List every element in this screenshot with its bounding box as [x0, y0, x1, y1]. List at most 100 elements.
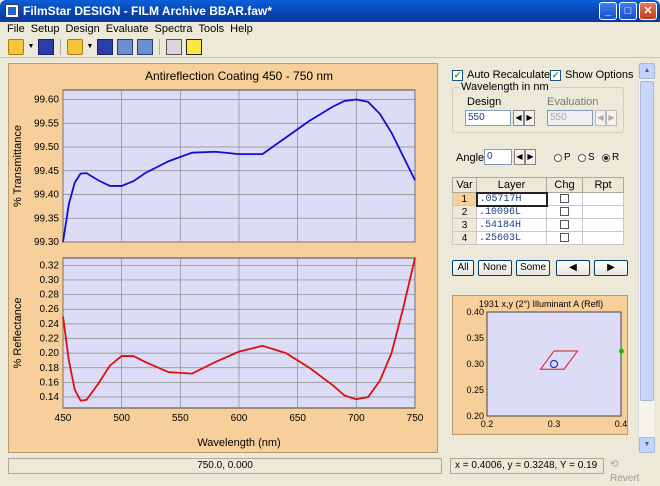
y-tick-label: 0.26	[40, 304, 60, 315]
polarization-r-label: R	[612, 152, 620, 163]
x-axis-label: Wavelength (nm)	[197, 437, 280, 449]
color-plot-panel: 1931 x,y (2°) Illuminant A (Refl) 0.2 0.3 0…	[452, 295, 628, 435]
auto-recalculate-checkbox[interactable]: ✓ Auto Recalculate	[452, 69, 550, 81]
scroll-up-icon[interactable]: ▲	[639, 63, 655, 79]
menu-design[interactable]: Design	[62, 22, 102, 36]
toolbar-separator	[159, 38, 160, 55]
y-tick-label: 0.18	[40, 363, 60, 374]
export-image-icon[interactable]	[186, 38, 202, 55]
rpt-cell[interactable]	[582, 205, 624, 219]
y-tick-label: 99.30	[34, 237, 59, 248]
save-icon[interactable]	[38, 38, 54, 55]
spin-right-icon[interactable]: ▶	[525, 149, 536, 165]
row-number: 1	[452, 192, 477, 206]
title-bar: FilmStar DESIGN - FILM Archive BBAR.faw*…	[0, 0, 660, 22]
cie-y-tick-label: 0.40	[466, 307, 484, 317]
table-row[interactable]: 1 .05717H	[452, 191, 624, 207]
rpt-cell[interactable]	[582, 218, 624, 232]
show-options-checkbox[interactable]: ✓ Show Options	[550, 69, 633, 81]
polarization-r-radio[interactable]: R	[602, 152, 619, 163]
chg-checkbox[interactable]	[560, 220, 569, 230]
y-tick-label: 99.55	[34, 118, 59, 129]
menu-file[interactable]: File	[4, 22, 28, 36]
open-dropdown-icon[interactable]: ▼	[28, 39, 35, 55]
open-folder-icon[interactable]	[8, 38, 24, 55]
y-tick-label: 0.28	[40, 290, 60, 301]
vertical-scrollbar[interactable]: ▲ ▼	[638, 63, 655, 453]
open-spectrum-dropdown-icon[interactable]: ▼	[87, 39, 94, 55]
chg-checkbox[interactable]	[560, 194, 570, 204]
angle-label: Angle	[456, 152, 485, 164]
save-spectrum-icon[interactable]	[97, 38, 113, 55]
polarization-s-radio[interactable]: S	[578, 152, 595, 163]
close-button[interactable]: ✕	[639, 2, 657, 20]
x-tick-label: 500	[113, 413, 130, 424]
col-layer[interactable]: Layer	[476, 177, 547, 193]
scroll-thumb[interactable]	[640, 81, 654, 401]
rpt-cell[interactable]	[582, 192, 624, 206]
y-tick-label: 0.20	[40, 348, 60, 359]
chg-cell[interactable]	[546, 218, 583, 232]
evaluation-label: Evaluation	[547, 96, 599, 108]
copy-icon[interactable]	[117, 38, 133, 55]
select-some-button[interactable]: Some	[516, 260, 550, 276]
chg-cell[interactable]	[546, 192, 583, 206]
design-wavelength-spinner[interactable]: ◀ ▶	[513, 110, 535, 126]
spin-left-icon[interactable]: ◀	[514, 149, 525, 165]
cie-chromaticity-plot[interactable]: 1931 x,y (2°) Illuminant A (Refl)0.2 0.3 0…	[453, 296, 629, 436]
next-button[interactable]: ▶	[594, 260, 628, 276]
select-none-button[interactable]: None	[478, 260, 512, 276]
table-row[interactable]: 2 .10096L	[452, 205, 624, 219]
col-chg[interactable]: Chg	[546, 177, 583, 193]
show-options-check-icon: ✓	[550, 69, 561, 81]
menu-help[interactable]: Help	[227, 22, 256, 36]
col-var[interactable]: Var	[452, 177, 477, 193]
menu-tools[interactable]: Tools	[195, 22, 227, 36]
previous-button[interactable]: ◀	[556, 260, 590, 276]
rpt-cell[interactable]	[582, 231, 624, 245]
chg-checkbox[interactable]	[560, 233, 569, 243]
layer-cell[interactable]: .10096L	[476, 205, 547, 219]
design-label: Design	[467, 96, 502, 108]
minimize-button[interactable]: _	[599, 2, 617, 20]
design-wavelength-input[interactable]: 550	[465, 110, 511, 126]
y-tick-label: 99.40	[34, 190, 59, 201]
color-readout: x = 0.4006, y = 0.3248, Y = 0.19	[450, 458, 604, 474]
spin-left-icon[interactable]: ◀	[513, 110, 524, 126]
menu-evaluate[interactable]: Evaluate	[103, 22, 152, 36]
y-tick-label: 99.60	[34, 95, 59, 106]
col-rpt[interactable]: Rpt	[582, 177, 624, 193]
menu-spectra[interactable]: Spectra	[152, 22, 196, 36]
x-tick-label: 750	[407, 413, 424, 424]
layer-cell[interactable]: .54184H	[476, 218, 547, 232]
layer-table: Var Layer Chg Rpt 1 .05717H 2 .10096L 3 …	[452, 177, 624, 245]
chg-checkbox[interactable]	[560, 207, 569, 217]
table-row[interactable]: 3 .54184H	[452, 218, 624, 232]
layer-cell[interactable]: .05717H	[475, 191, 548, 207]
paste-icon[interactable]	[137, 38, 153, 55]
print-icon[interactable]	[166, 38, 182, 55]
chg-cell[interactable]	[546, 205, 583, 219]
angle-spinner[interactable]: ◀ ▶	[514, 149, 536, 165]
cie-title: 1931 x,y (2°) Illuminant A (Refl)	[479, 299, 603, 309]
auto-recalculate-check-icon: ✓	[452, 69, 463, 81]
spin-right-icon[interactable]: ▶	[524, 110, 535, 126]
x-tick-label: 600	[231, 413, 248, 424]
wavelength-group-label: Wavelength in nm	[459, 81, 551, 93]
polarization-p-radio[interactable]: P	[554, 152, 571, 163]
app-icon	[5, 4, 19, 18]
chart-panel: 99.30 99.35 99.40 99.45 99.50 99.55 99.60 % Tra…	[8, 63, 438, 453]
row-number: 3	[452, 218, 477, 232]
x-tick-label: 700	[348, 413, 365, 424]
angle-input[interactable]: 0	[484, 149, 512, 165]
menu-setup[interactable]: Setup	[28, 22, 63, 36]
chg-cell[interactable]	[546, 231, 583, 245]
spectra-plots[interactable]: 99.30 99.35 99.40 99.45 99.50 99.55 99.60 % Tra…	[9, 64, 439, 454]
layer-cell[interactable]: .25603L	[476, 231, 547, 245]
maximize-button[interactable]: □	[619, 2, 637, 20]
open-spectrum-icon[interactable]	[67, 38, 83, 55]
table-row[interactable]: 4 .25603L	[452, 231, 624, 245]
select-all-button[interactable]: All	[452, 260, 474, 276]
scroll-down-icon[interactable]: ▼	[639, 437, 655, 453]
cie-y-tick-label: 0.25	[466, 385, 484, 395]
